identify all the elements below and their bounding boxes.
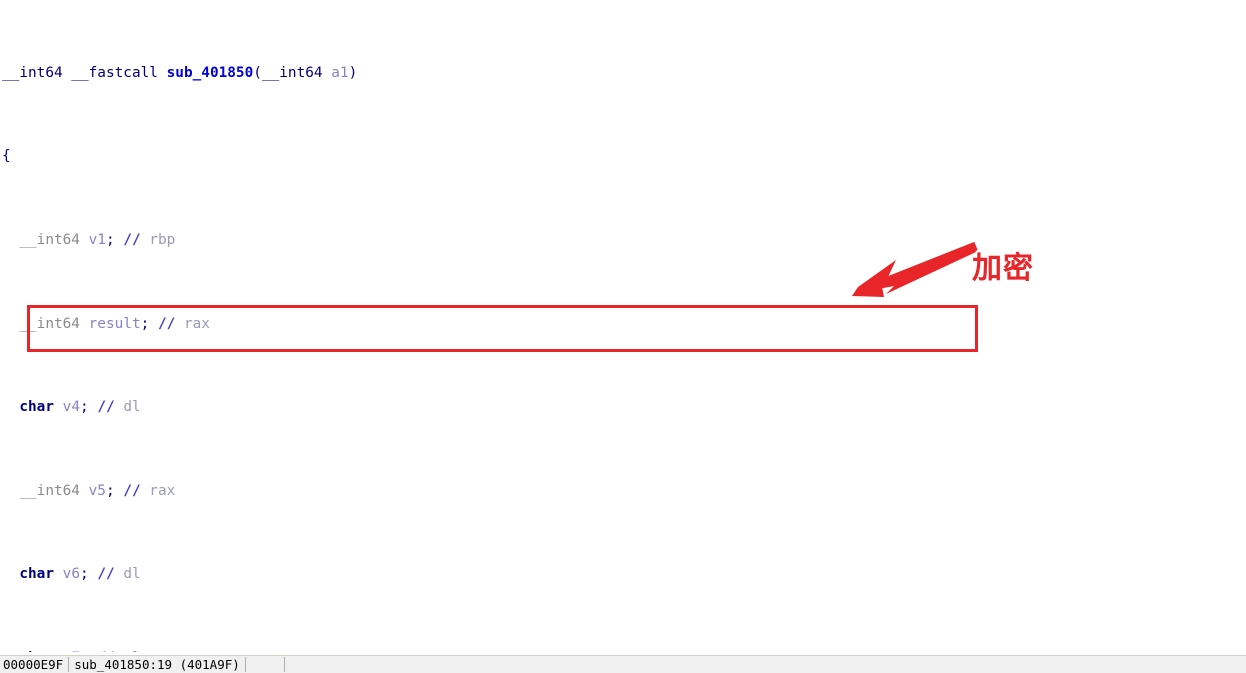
- status-bar: 00000E9F sub_401850:19 (401A9F): [0, 655, 1246, 673]
- code-line[interactable]: {: [0, 146, 1246, 167]
- status-divider: [244, 657, 246, 672]
- status-file-offset: 00000E9F: [3, 657, 64, 672]
- code-line[interactable]: char v4; // dl: [0, 397, 1246, 418]
- code-line[interactable]: char v6; // dl: [0, 564, 1246, 585]
- code-line[interactable]: __int64 result; // rax: [0, 314, 1246, 335]
- code-line[interactable]: char v7; // cl: [0, 648, 1246, 652]
- code-line[interactable]: __int64 v1; // rbp: [0, 230, 1246, 251]
- code-line[interactable]: __int64 v5; // rax: [0, 481, 1246, 502]
- status-divider: [68, 657, 70, 672]
- annotation-label: 加密: [972, 251, 1034, 286]
- status-divider: [283, 657, 285, 672]
- code-line[interactable]: __int64 __fastcall sub_401850(__int64 a1…: [0, 63, 1246, 84]
- status-location: sub_401850:19 (401A9F): [74, 657, 240, 672]
- pseudocode-text-area[interactable]: __int64 __fastcall sub_401850(__int64 a1…: [0, 0, 1246, 652]
